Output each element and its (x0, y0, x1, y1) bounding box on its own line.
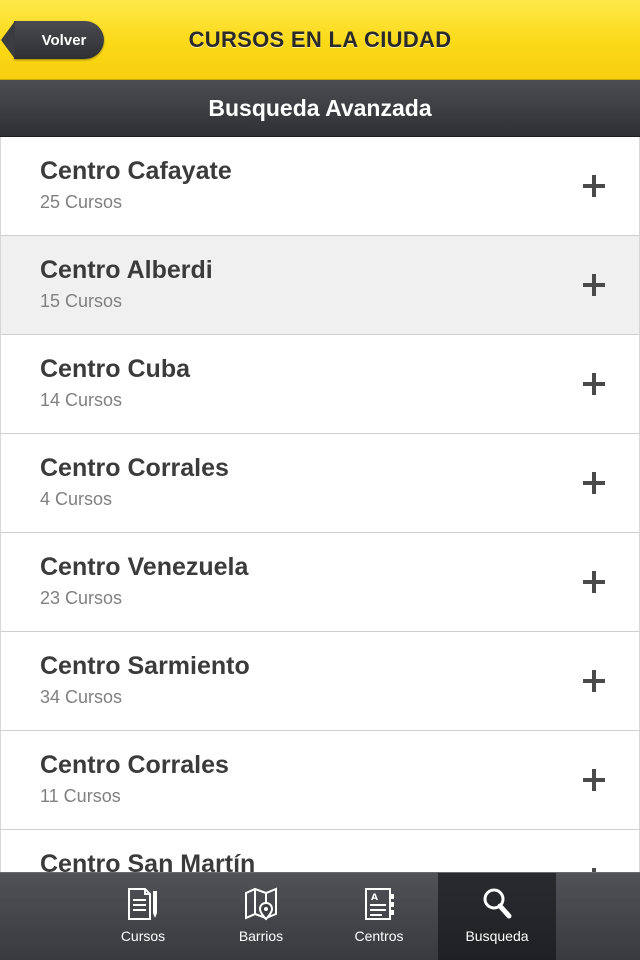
list-item-title: Centro Cafayate (40, 157, 232, 185)
expand-plus-icon[interactable] (583, 571, 605, 593)
bottom-tab-bar: Cursos Barrios A Centros Busqueda (0, 872, 640, 960)
expand-plus-icon[interactable] (583, 670, 605, 692)
tab-label: Cursos (120, 928, 166, 944)
list-item-title: Centro San Martín (40, 850, 256, 872)
document-pencil-icon (128, 888, 157, 920)
list-item-centro-corrales[interactable]: Centro Corrales 4 Cursos (0, 434, 640, 533)
expand-plus-icon[interactable] (583, 175, 605, 197)
tab-cursos[interactable]: Cursos (84, 873, 202, 960)
list-item-centro-venezuela[interactable]: Centro Venezuela 23 Cursos (0, 533, 640, 632)
tab-label: Centros (354, 928, 404, 944)
list-item-course-count: 34 Cursos (40, 687, 123, 707)
list-item-course-count: 23 Cursos (40, 588, 123, 608)
tab-label: Busqueda (465, 928, 529, 944)
back-button[interactable]: Volver (1, 21, 104, 59)
tab-centros[interactable]: A Centros (320, 873, 438, 960)
list-item-centro-alberdi[interactable]: Centro Alberdi 15 Cursos (0, 236, 640, 335)
expand-plus-icon[interactable] (583, 472, 605, 494)
expand-plus-icon[interactable] (583, 769, 605, 791)
list-item-course-count: 15 Cursos (40, 291, 123, 311)
list-item-course-count: 4 Cursos (40, 489, 113, 509)
list-item-course-count: 11 Cursos (40, 786, 121, 806)
expand-plus-icon[interactable] (583, 274, 605, 296)
list-item-centro-corrales-2[interactable]: Centro Corrales 11 Cursos (0, 731, 640, 830)
list-item-title: Centro Sarmiento (40, 652, 250, 680)
list-item-title: Centro Corrales (40, 751, 229, 779)
list-item-course-count: 25 Cursos (40, 192, 123, 212)
list-item-title: Centro Venezuela (40, 553, 249, 581)
list-item-title: Centro Cuba (40, 355, 190, 383)
list-item-course-count: 14 Cursos (40, 390, 123, 410)
tab-barrios[interactable]: Barrios (202, 873, 320, 960)
list-item-title: Centro Corrales (40, 454, 229, 482)
list-item-title: Centro Alberdi (40, 256, 213, 284)
list-item-centro-sarmiento[interactable]: Centro Sarmiento 34 Cursos (0, 632, 640, 731)
section-title: Busqueda Avanzada (0, 80, 640, 137)
centers-list: Centro Cafayate 25 Cursos Centro Alberdi… (0, 137, 640, 872)
list-item-centro-cuba[interactable]: Centro Cuba 14 Cursos (0, 335, 640, 434)
expand-plus-icon[interactable] (583, 373, 605, 395)
list-item-centro-san-martin[interactable]: Centro San Martín (0, 830, 640, 872)
top-header: CURSOS EN LA CIUDAD Volver (0, 0, 640, 80)
map-pin-icon (245, 887, 277, 921)
tab-label: Barrios (238, 928, 284, 944)
tab-busqueda[interactable]: Busqueda (438, 873, 556, 960)
svg-text:A: A (371, 893, 378, 903)
search-icon (483, 888, 512, 919)
list-item-centro-cafayate[interactable]: Centro Cafayate 25 Cursos (0, 137, 640, 236)
address-book-icon: A (365, 888, 394, 920)
